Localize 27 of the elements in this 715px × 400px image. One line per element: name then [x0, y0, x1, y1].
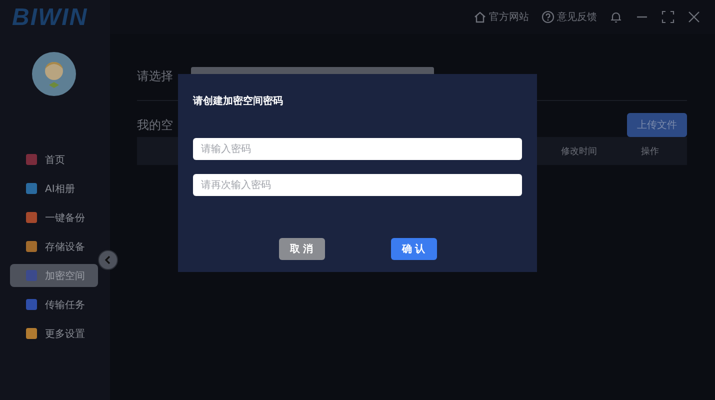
column-header: 操作	[641, 146, 659, 158]
password-field[interactable]: 请输入密码	[193, 138, 522, 160]
column-header: 修改时间	[561, 146, 597, 158]
help-icon	[541, 10, 555, 24]
sidebar-item[interactable]: 加密空间	[10, 264, 98, 287]
sidebar-item[interactable]: AI相册	[10, 177, 98, 200]
bell-icon[interactable]	[609, 10, 623, 24]
collapse-button[interactable]	[98, 250, 118, 270]
chevron-left-icon	[103, 255, 113, 265]
cancel-button[interactable]: 取 消	[278, 238, 324, 260]
password-field[interactable]: 请再次输入密码	[193, 174, 522, 196]
path-label: 请选择	[137, 68, 173, 84]
title-bar-link[interactable]: 官方网站	[473, 10, 529, 24]
dialog-title: 请创建加密空间密码	[193, 94, 284, 108]
sidebar-item[interactable]: 传输任务	[10, 293, 98, 316]
home-icon	[473, 10, 487, 24]
confirm-button[interactable]: 确 认	[390, 238, 436, 260]
close-icon[interactable]	[687, 10, 701, 24]
maximize-icon[interactable]	[661, 10, 675, 24]
logo: BIWIN	[11, 3, 88, 32]
sidebar-item[interactable]: 存储设备	[10, 235, 98, 258]
sidebar-item[interactable]: 一键备份	[10, 206, 98, 229]
sidebar-item[interactable]: 更多设置	[10, 322, 98, 345]
space-label: 我的空	[137, 116, 173, 134]
avatar	[32, 52, 76, 96]
sidebar-item[interactable]: 首页	[10, 148, 98, 171]
title-bar-link[interactable]: 意见反馈	[541, 10, 597, 24]
